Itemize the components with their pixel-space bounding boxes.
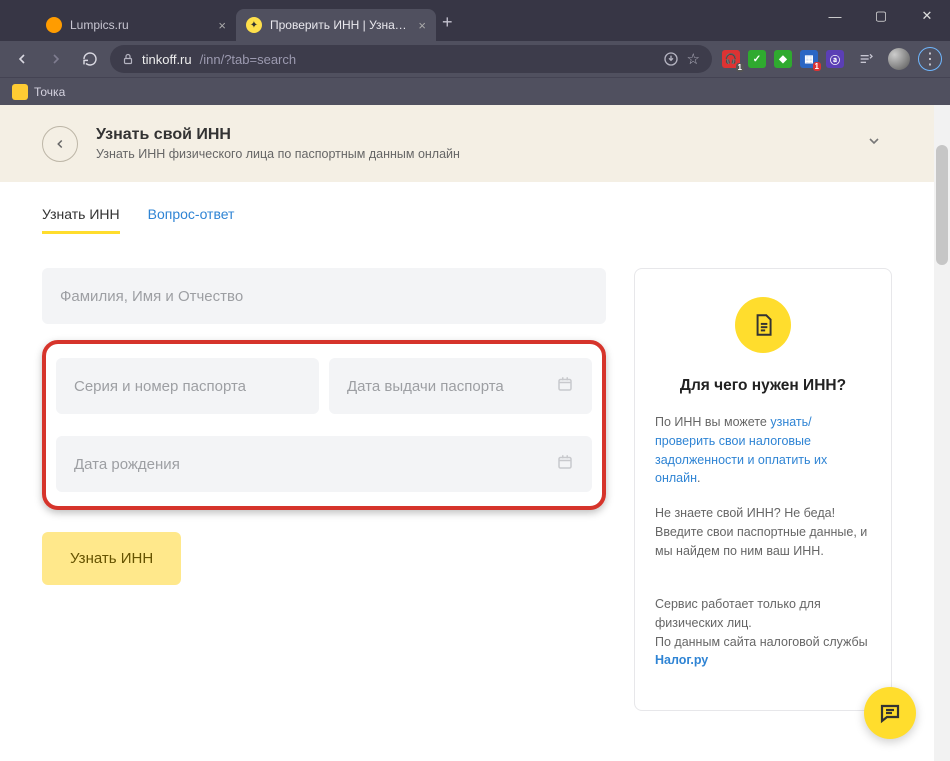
window-controls: — ▢ ✕ (812, 0, 950, 41)
card-heading: Для чего нужен ИНН? (655, 377, 871, 395)
chevron-down-icon[interactable] (856, 123, 892, 164)
passport-issue-date-input[interactable] (347, 378, 556, 395)
dob-field[interactable] (56, 436, 592, 492)
favicon-lumpics (46, 17, 62, 33)
bookmarks-bar: Точка (0, 77, 950, 105)
tab-title: Проверить ИНН | Узнать свой И (270, 18, 410, 32)
favicon-tinkoff: ✦ (246, 17, 262, 33)
passport-issue-date-field[interactable] (329, 358, 592, 414)
info-card: Для чего нужен ИНН? По ИНН вы можете узн… (634, 268, 892, 711)
maximize-button[interactable]: ▢ (858, 0, 904, 32)
close-icon[interactable]: × (218, 18, 226, 33)
star-icon[interactable]: ☆ (687, 50, 700, 68)
card-text-3: Сервис работает только для физических ли… (655, 576, 871, 670)
page-viewport: Узнать свой ИНН Узнать ИНН физического л… (0, 105, 950, 761)
vertical-scrollbar[interactable] (934, 105, 950, 761)
scrollbar-thumb[interactable] (936, 145, 948, 265)
bookmark-favicon (12, 84, 28, 100)
lock-icon (122, 53, 134, 65)
profile-avatar[interactable] (888, 48, 910, 70)
fio-field[interactable] (42, 268, 606, 324)
tab-faq[interactable]: Вопрос-ответ (148, 196, 235, 234)
submit-button[interactable]: Узнать ИНН (42, 532, 181, 585)
text-fragment: Сервис работает только для физических ли… (655, 597, 868, 649)
fio-input[interactable] (60, 288, 588, 305)
dob-input[interactable] (74, 456, 556, 473)
form-column: Узнать ИНН (42, 268, 606, 585)
card-text-2: Не знаете свой ИНН? Не беда! Введите сво… (655, 504, 871, 560)
reading-list-icon[interactable] (852, 45, 880, 73)
extension-icon[interactable]: ⓐ (826, 50, 844, 68)
browser-tab-lumpics[interactable]: Lumpics.ru × (36, 9, 236, 41)
browser-tabs: Lumpics.ru × ✦ Проверить ИНН | Узнать св… (0, 0, 812, 41)
reload-button[interactable] (76, 45, 104, 73)
extension-icon[interactable]: ✓ (748, 50, 766, 68)
document-icon (735, 297, 791, 353)
minimize-button[interactable]: — (812, 0, 858, 32)
calendar-icon[interactable] (556, 375, 574, 397)
link-nalog-ru[interactable]: Налог.ру (655, 653, 708, 667)
calendar-icon[interactable] (556, 453, 574, 475)
kebab-menu-icon[interactable]: ⋮ (918, 47, 942, 71)
bookmark-label: Точка (34, 85, 65, 99)
extension-icon[interactable]: ▦1 (800, 50, 818, 68)
card-text-1: По ИНН вы можете узнать/ проверить свои … (655, 413, 871, 488)
page-content: Узнать свой ИНН Узнать ИНН физического л… (0, 105, 934, 761)
close-icon[interactable]: × (418, 18, 426, 33)
close-window-button[interactable]: ✕ (904, 0, 950, 32)
extension-tray: 🎧1 ✓ ◆ ▦1 ⓐ ⋮ (718, 45, 942, 73)
highlighted-passport-block (42, 340, 606, 510)
extension-icon[interactable]: ◆ (774, 50, 792, 68)
nav-back-button[interactable] (8, 45, 36, 73)
back-circle-button[interactable] (42, 126, 78, 162)
url-host: tinkoff.ru (142, 52, 192, 67)
text-fragment: По ИНН вы можете (655, 415, 770, 429)
window-titlebar: Lumpics.ru × ✦ Проверить ИНН | Узнать св… (0, 0, 950, 41)
new-tab-button[interactable]: + (436, 12, 465, 41)
nav-forward-button[interactable] (42, 45, 70, 73)
sidebar-column: Для чего нужен ИНН? По ИНН вы можете узн… (634, 268, 892, 711)
tab-uznat-inn[interactable]: Узнать ИНН (42, 196, 120, 234)
tab-title: Lumpics.ru (70, 18, 210, 32)
chat-button[interactable] (864, 687, 916, 739)
url-path: /inn/?tab=search (200, 52, 296, 67)
bookmark-item[interactable]: Точка (12, 84, 65, 100)
header-banner: Узнать свой ИНН Узнать ИНН физического л… (0, 105, 934, 182)
install-icon[interactable] (663, 51, 679, 67)
banner-title: Узнать свой ИНН (96, 126, 856, 144)
address-bar[interactable]: tinkoff.ru/inn/?tab=search ☆ (110, 45, 712, 73)
browser-toolbar: tinkoff.ru/inn/?tab=search ☆ 🎧1 ✓ ◆ ▦1 ⓐ… (0, 41, 950, 77)
text-fragment: . (697, 471, 700, 485)
passport-field[interactable] (56, 358, 319, 414)
extension-icon[interactable]: 🎧1 (722, 50, 740, 68)
browser-tab-tinkoff[interactable]: ✦ Проверить ИНН | Узнать свой И × (236, 9, 436, 41)
banner-subtitle: Узнать ИНН физического лица по паспортны… (96, 147, 856, 161)
page-tabs: Узнать ИНН Вопрос-ответ (42, 196, 892, 234)
passport-input[interactable] (74, 378, 301, 395)
